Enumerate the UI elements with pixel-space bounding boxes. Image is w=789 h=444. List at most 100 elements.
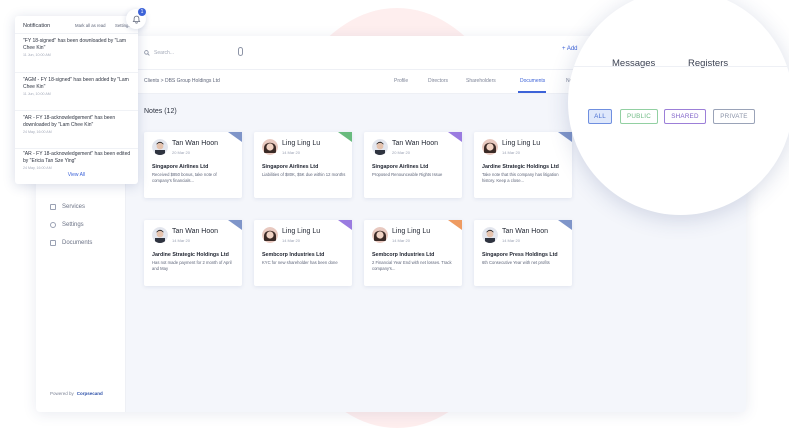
tab-directors[interactable]: Directors bbox=[428, 78, 448, 84]
note-description: Received $850 bonus, take note of compan… bbox=[152, 172, 217, 183]
notification-item[interactable]: "AR - FY 18-acknowledgement" has been ed… bbox=[23, 151, 131, 170]
note-date: 14 Mar 20 bbox=[282, 238, 301, 243]
note-description: 2 Financial Year End with net losses. Tr… bbox=[372, 260, 452, 271]
filter-chip-public[interactable]: PUBLIC bbox=[620, 109, 658, 124]
note-card[interactable]: Ling Ling Lu 14 Mar 20 Sembcorp Industries… bbox=[364, 220, 462, 286]
note-card[interactable]: Tan Wan Hoon 20 Mar 20 Singapore Airlines … bbox=[364, 132, 462, 198]
note-card[interactable]: Ling Ling Lu 14 Mar 20 Singapore Airlines … bbox=[254, 132, 352, 198]
notification-time: 11 Jun, 10:00 AM bbox=[23, 92, 51, 97]
notes-title: Notes (12) bbox=[144, 108, 177, 115]
divider bbox=[15, 110, 138, 111]
note-card[interactable]: Ling Ling Lu 14 Mar 20 Sembcorp Industries… bbox=[254, 220, 352, 286]
microphone-icon[interactable] bbox=[238, 47, 243, 56]
note-card[interactable]: Tan Wan Hoon 14 Mar 20 Jardine Strategic H… bbox=[144, 220, 242, 286]
note-author: Tan Wan Hoon bbox=[172, 140, 219, 147]
sidebar-item-label: Documents bbox=[62, 240, 93, 246]
avatar bbox=[152, 139, 168, 155]
sidebar-item-label: Settings bbox=[62, 222, 84, 228]
search-input[interactable]: Search... bbox=[144, 48, 244, 58]
avatar bbox=[262, 227, 278, 243]
filter-chip-all[interactable]: ALL bbox=[588, 109, 612, 124]
note-card[interactable]: Ling Ling Lu 14 Mar 20 Jardine Strategic H… bbox=[474, 132, 572, 198]
notification-item[interactable]: "AR - FY 18-acknowledgement" has been do… bbox=[23, 115, 131, 134]
divider bbox=[15, 33, 138, 34]
avatar bbox=[262, 139, 278, 155]
note-author: Tan Wan Hoon bbox=[502, 228, 549, 235]
notification-item[interactable]: "FY 18-signed" has been downloaded by "L… bbox=[23, 38, 131, 57]
sidebar-item-label: Services bbox=[62, 204, 86, 210]
note-date: 14 Mar 20 bbox=[392, 238, 411, 243]
notification-text: "AR - FY 18-acknowledgement" has been do… bbox=[23, 115, 116, 128]
brand-logo: Corpsecand bbox=[76, 391, 103, 396]
notification-item[interactable]: "AGM - FY 18-signed" has been added by "… bbox=[23, 77, 131, 96]
add-button[interactable]: + Add bbox=[562, 46, 578, 52]
note-author: Tan Wan Hoon bbox=[392, 140, 439, 147]
note-card[interactable]: Tan Wan Hoon 20 Mar 20 Singapore Airlines … bbox=[144, 132, 242, 198]
note-description: Take note that this company has litigati… bbox=[482, 172, 559, 183]
powered-by: Powered by Corpsecand bbox=[50, 391, 103, 396]
note-tag-corner bbox=[448, 220, 462, 230]
note-company: Jardine Strategic Holdings Ltd bbox=[482, 164, 559, 170]
powered-by-label: Powered by bbox=[50, 391, 74, 396]
tab-shareholders[interactable]: Shareholders bbox=[466, 78, 496, 84]
tab-messages[interactable]: Messages bbox=[612, 58, 655, 69]
notification-text: "FY 18-signed" has been downloaded by "L… bbox=[23, 38, 127, 51]
sidebar-item-documents[interactable]: Documents bbox=[50, 240, 92, 246]
note-company: Singapore Airlines Ltd bbox=[372, 164, 429, 170]
note-tag-corner bbox=[338, 220, 352, 230]
note-company: Jardine Strategic Holdings Ltd bbox=[152, 252, 229, 258]
note-date: 20 Mar 20 bbox=[172, 150, 191, 155]
notification-title: Notification bbox=[23, 23, 51, 29]
tab-profile[interactable]: Profile bbox=[394, 78, 408, 84]
notification-time: 24 May, 16:00 AM bbox=[23, 166, 52, 171]
filter-chip-shared[interactable]: SHARED bbox=[664, 109, 706, 124]
bell-icon bbox=[132, 15, 140, 23]
note-tag-corner bbox=[558, 220, 572, 230]
note-tag-corner bbox=[338, 132, 352, 142]
note-author: Ling Ling Lu bbox=[392, 228, 431, 235]
note-company: Singapore Airlines Ltd bbox=[262, 164, 319, 170]
note-company: Singapore Press Holdings Ltd bbox=[482, 252, 558, 258]
note-company: Sembcorp Industries Ltd bbox=[262, 252, 325, 258]
tab-registers[interactable]: Registers bbox=[688, 58, 728, 69]
document-icon bbox=[50, 240, 56, 246]
gear-icon bbox=[50, 222, 56, 228]
divider bbox=[15, 72, 138, 73]
notification-count-badge: 1 bbox=[138, 8, 146, 16]
tab-documents[interactable]: Documents bbox=[520, 78, 545, 84]
mark-all-read-link[interactable]: Mark all as read bbox=[75, 23, 106, 28]
note-card[interactable]: Tan Wan Hoon 14 Mar 20 Singapore Press Hol… bbox=[474, 220, 572, 286]
notification-panel: Notification Mark all as read Settings "… bbox=[15, 16, 138, 184]
note-tag-corner bbox=[228, 220, 242, 230]
notification-text: "AGM - FY 18-signed" has been added by "… bbox=[23, 77, 129, 90]
note-author: Ling Ling Lu bbox=[282, 228, 321, 235]
breadcrumb[interactable]: Clients > DBS Group Holdings Ltd bbox=[144, 78, 220, 84]
magnified-filter-view: Messages Registers ALL PUBLIC SHARED PRIVAT… bbox=[568, 0, 789, 215]
note-tag-corner bbox=[558, 132, 572, 142]
note-description: 6th Consecutive Year with net profits bbox=[482, 260, 550, 265]
note-author: Ling Ling Lu bbox=[502, 140, 541, 147]
note-date: 14 Mar 20 bbox=[172, 238, 191, 243]
note-description: Proposed Renounceable Rights Issue bbox=[372, 172, 443, 177]
filter-chip-private[interactable]: PRIVATE bbox=[713, 109, 755, 124]
note-author: Tan Wan Hoon bbox=[172, 228, 219, 235]
notification-time: 11 Jun, 10:00 AM bbox=[23, 53, 51, 58]
view-all-link[interactable]: View All bbox=[15, 172, 138, 178]
note-company: Singapore Airlines Ltd bbox=[152, 164, 209, 170]
note-date: 14 Mar 20 bbox=[282, 150, 301, 155]
services-icon bbox=[50, 204, 56, 210]
note-date: 20 Mar 20 bbox=[392, 150, 411, 155]
divider bbox=[15, 148, 138, 149]
note-description: KYC for new shareholder has been done bbox=[262, 260, 338, 265]
note-tag-corner bbox=[228, 132, 242, 142]
divider bbox=[568, 66, 789, 67]
search-placeholder: Search... bbox=[154, 50, 175, 56]
avatar bbox=[482, 227, 498, 243]
active-tab-indicator bbox=[518, 91, 546, 93]
sidebar-item-services[interactable]: Services bbox=[50, 204, 85, 210]
note-tag-corner bbox=[448, 132, 462, 142]
notification-time: 24 May, 16:00 AM bbox=[23, 130, 52, 135]
sidebar-item-settings[interactable]: Settings bbox=[50, 222, 84, 228]
note-date: 14 Mar 20 bbox=[502, 150, 521, 155]
avatar bbox=[372, 139, 388, 155]
